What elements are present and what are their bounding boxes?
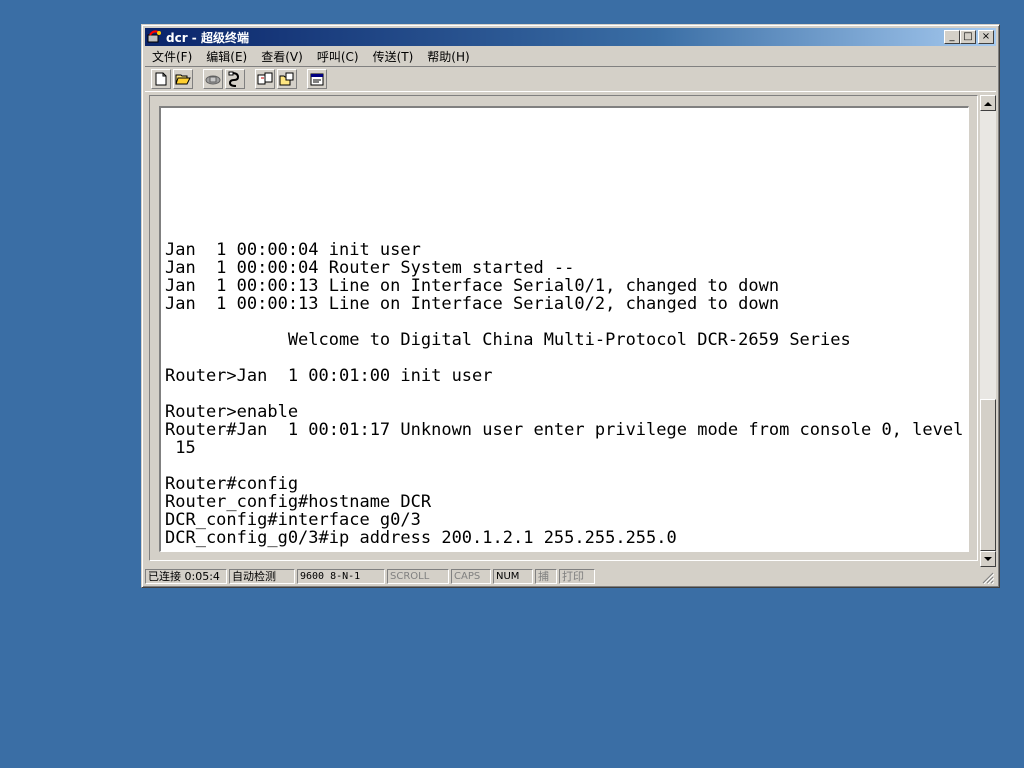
status-caps: CAPS (451, 568, 491, 584)
status-connected: 已连接 0:05:4 (145, 568, 227, 584)
terminal-frame: Jan 1 00:00:04 init user Jan 1 00:00:04 … (149, 95, 978, 561)
status-bar: 已连接 0:05:4 自动检测 9600 8-N-1 SCROLL CAPS N… (145, 567, 996, 585)
status-detect-text: 自动检测 (232, 570, 276, 583)
properties-button[interactable] (307, 69, 327, 89)
status-print-text: 打印 (562, 570, 584, 583)
vertical-scrollbar[interactable] (980, 95, 996, 567)
close-icon: × (981, 31, 991, 42)
status-connected-text: 已连接 0:05:4 (148, 570, 220, 583)
menu-edit[interactable]: 编辑(E) (199, 48, 254, 65)
terminal-screen[interactable]: Jan 1 00:00:04 init user Jan 1 00:00:04 … (159, 106, 969, 552)
title-bar[interactable]: dcr - 超级终端 _ □ × (145, 28, 996, 46)
properties-icon (310, 73, 324, 86)
new-connection-button[interactable] (151, 69, 171, 89)
scroll-up-button[interactable] (980, 95, 996, 111)
status-capture-text: 捕 (538, 570, 549, 583)
menu-call[interactable]: 呼叫(C) (310, 48, 366, 65)
call-button[interactable] (203, 69, 223, 89)
window-title: dcr - 超级终端 (166, 30, 249, 45)
status-num-text: NUM (496, 570, 520, 582)
menu-help[interactable]: 帮助(H) (420, 48, 476, 65)
status-scroll: SCROLL (387, 568, 449, 584)
receive-file-button[interactable] (277, 69, 297, 89)
status-caps-text: CAPS (454, 570, 481, 582)
send-file-button[interactable] (255, 69, 275, 89)
status-scroll-text: SCROLL (390, 570, 430, 582)
connect-icon (205, 75, 221, 85)
menu-bar: 文件(F) 编辑(E) 查看(V) 呼叫(C) 传送(T) 帮助(H) (145, 47, 996, 65)
terminal-output: Jan 1 00:00:04 init user Jan 1 00:00:04 … (165, 240, 964, 548)
resize-grip-icon[interactable] (982, 572, 994, 584)
status-print: 打印 (559, 568, 595, 584)
send-icon (257, 72, 273, 85)
toolbar (145, 66, 996, 92)
maximize-icon: □ (963, 31, 973, 42)
menu-view[interactable]: 查看(V) (254, 48, 310, 65)
maximize-button[interactable]: □ (960, 30, 976, 44)
open-button[interactable] (173, 69, 193, 89)
status-detect: 自动检测 (229, 568, 295, 584)
menu-file[interactable]: 文件(F) (145, 48, 199, 65)
close-button[interactable]: × (978, 30, 994, 44)
open-icon (175, 74, 191, 85)
hyperterminal-window: dcr - 超级终端 _ □ × 文件(F) 编辑(E) 查看(V) 呼叫(C)… (141, 24, 1000, 588)
disconnect-button[interactable] (225, 69, 245, 89)
hyperterminal-app-icon[interactable] (147, 29, 163, 45)
disconnect-icon (228, 71, 240, 87)
arrow-down-icon (984, 556, 992, 561)
minimize-icon: _ (949, 31, 955, 42)
scroll-down-button[interactable] (980, 551, 996, 567)
scroll-thumb[interactable] (980, 399, 996, 551)
menu-transfer[interactable]: 传送(T) (366, 48, 421, 65)
status-baud: 9600 8-N-1 (297, 568, 385, 584)
minimize-button[interactable]: _ (944, 30, 960, 44)
status-num: NUM (493, 568, 533, 584)
status-capture: 捕 (535, 568, 557, 584)
status-baud-text: 9600 8-N-1 (300, 570, 361, 582)
arrow-up-icon (984, 101, 992, 106)
new-icon (155, 72, 167, 86)
receive-icon (279, 72, 294, 86)
